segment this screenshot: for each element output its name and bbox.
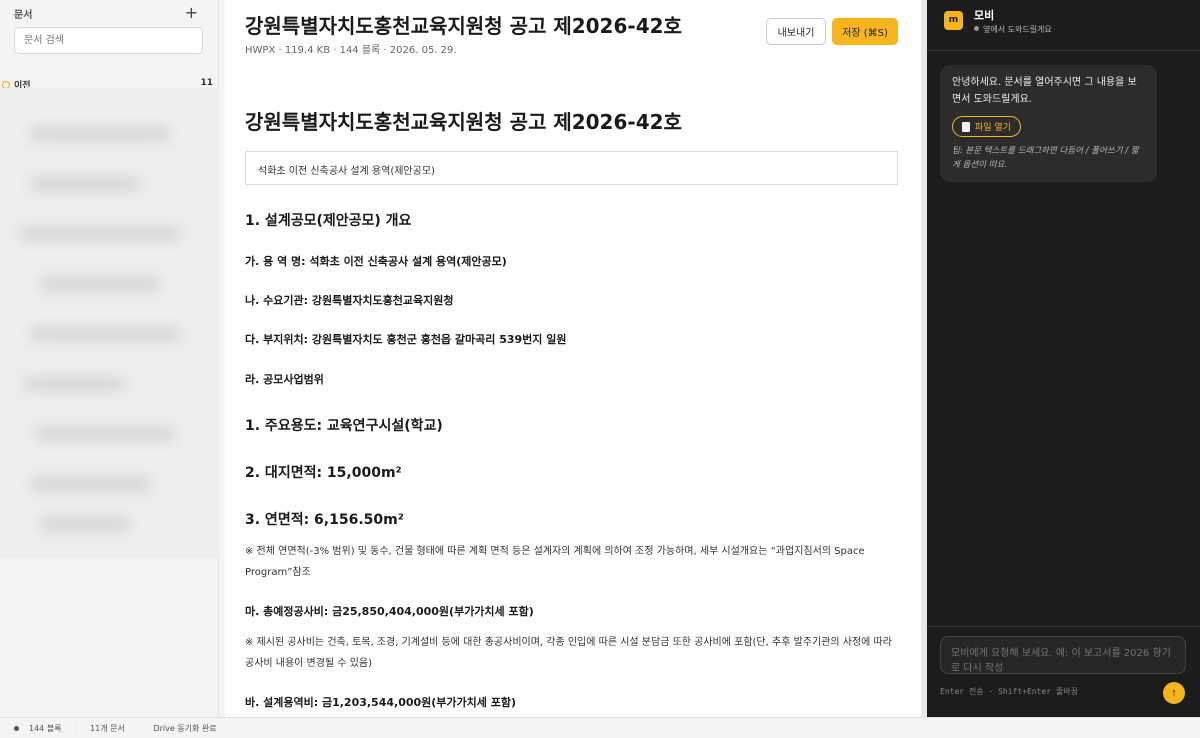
open-file-button[interactable]: 파일 열기 xyxy=(952,116,1021,137)
paragraph[interactable]: ※ 제시된 공사비는 건축, 토목, 조경, 기계설비 등에 대한 총공사비이며… xyxy=(245,632,895,674)
send-button[interactable]: ↑ xyxy=(1163,682,1185,704)
section-heading[interactable]: 1. 주요용도: 교육연구시설(학교) xyxy=(245,415,443,435)
save-button[interactable]: 저장 (⌘S) xyxy=(832,18,898,45)
assistant-avatar: m xyxy=(944,11,963,30)
document-heading[interactable]: 강원특별자치도홍천교육지원청 공고 제2026-42호 xyxy=(245,106,682,135)
document-editor: 강원특별자치도홍천교육지원청 공고 제2026-42호 HWPX · 119.4… xyxy=(225,0,921,717)
section-heading[interactable]: 1. 설계공모(제안공모) 개요 xyxy=(245,210,411,230)
assistant-name: 모비 xyxy=(974,9,995,22)
assistant-message-text: 안녕하세요. 문서를 열어주시면 그 내용을 보면서 도와드릴게요. xyxy=(952,77,1137,105)
sidebar: 문서 + 이전 11 xyxy=(0,0,219,717)
section-heading[interactable]: 3. 연면적: 6,156.50m² xyxy=(245,509,404,529)
sync-status-icon xyxy=(14,725,19,731)
paragraph[interactable]: 나. 수요기관: 강원특별자치도홍천교육지원청 xyxy=(245,292,454,308)
status-bar: 144 블록 · 11개 문서 · Drive 동기화 완료 xyxy=(0,717,1200,738)
open-file-label: 파일 열기 xyxy=(975,123,1011,133)
paragraph[interactable]: 마. 총예정공사비: 금25,850,404,000원(부가가치세 포함) xyxy=(245,603,534,619)
status-blocks: 144 블록 xyxy=(29,723,62,733)
composer-hint: Enter 전송 · Shift+Enter 줄바꿈 xyxy=(940,687,1078,696)
document-boxed-paragraph[interactable]: 석화초 이전 신축공사 설계 용역(제안공모) xyxy=(245,151,898,185)
document-search-input[interactable] xyxy=(14,27,203,54)
document-title: 강원특별자치도홍천교육지원청 공고 제2026-42호 xyxy=(245,14,682,38)
sidebar-title: 문서 xyxy=(14,9,33,21)
paragraph[interactable]: 가. 용 역 명: 석화초 이전 신축공사 설계 용역(제안공모) xyxy=(245,253,507,269)
sidebar-header: 문서 + xyxy=(0,0,218,22)
status-docs: 11개 문서 xyxy=(90,723,125,733)
chat-composer: Enter 전송 · Shift+Enter 줄바꿈 ↑ xyxy=(927,626,1200,717)
document-meta: HWPX · 119.4 KB · 144 블록 · 2026. 05. 29. xyxy=(245,45,457,56)
assistant-tip: 팁: 본문 텍스트를 드래그하면 다듬어 / 풀어쓰기 / 짧게 옵션이 떠요. xyxy=(952,146,1139,170)
assistant-message: 안녕하세요. 문서를 열어주시면 그 내용을 보면서 도와드릴게요. 파일 열기… xyxy=(940,65,1157,182)
assistant-status: 옆에서 도와드릴게요 xyxy=(974,24,1052,35)
chat-input[interactable] xyxy=(940,636,1186,674)
assistant-header: m 모비 옆에서 도와드릴게요 xyxy=(927,0,1200,51)
section-heading[interactable]: 2. 대지면적: 15,000m² xyxy=(245,462,402,482)
assistant-panel: m 모비 옆에서 도와드릴게요 안녕하세요. 문서를 열어주시면 그 내용을 보… xyxy=(927,0,1200,717)
document-list-blurred xyxy=(0,88,219,558)
status-sync: Drive 동기화 완료 xyxy=(153,723,217,733)
paragraph[interactable]: 라. 공모사업범위 xyxy=(245,371,324,387)
app-window: 문서 + 이전 11 강원특별자치도홍천교육지원청 공고 제2026-42호 H… xyxy=(0,0,1200,738)
paragraph[interactable]: ※ 전체 연면적(-3% 범위) 및 동수, 건물 형태에 따른 계획 면적 등… xyxy=(245,541,895,583)
paragraph[interactable]: 바. 설계용역비: 금1,203,544,000원(부가가치세 포함) xyxy=(245,694,516,710)
paragraph[interactable]: 다. 부지위치: 강원특별자치도 홍천군 홍천읍 갈마곡리 539번지 일원 xyxy=(245,331,566,347)
status-dot-icon xyxy=(974,26,979,31)
add-document-icon[interactable]: + xyxy=(185,5,198,21)
assistant-status-text: 옆에서 도와드릴게요 xyxy=(983,25,1052,34)
export-button[interactable]: 내보내기 xyxy=(766,18,826,45)
file-icon xyxy=(962,121,970,132)
